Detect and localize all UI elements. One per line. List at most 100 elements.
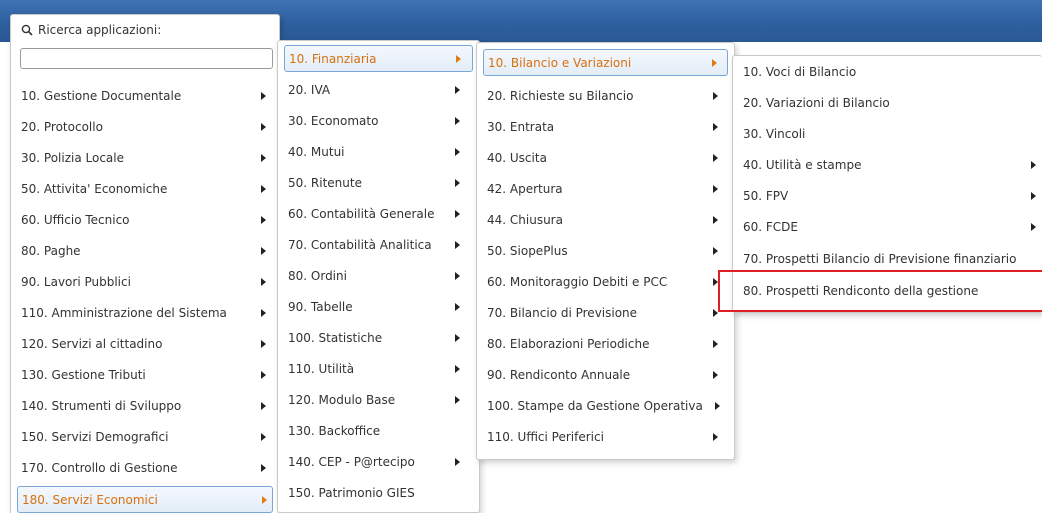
menu-item-label: 120. Servizi al cittadino bbox=[21, 336, 163, 351]
menu2-item-utilita[interactable]: 110. Utilità bbox=[278, 355, 479, 382]
search-icon bbox=[21, 24, 33, 36]
menu2-item-contabilita-analitica[interactable]: 70. Contabilità Analitica bbox=[278, 231, 479, 258]
menu3-item-bilancio-previsione[interactable]: 70. Bilancio di Previsione bbox=[477, 299, 734, 326]
menu-item-label: 60. FCDE bbox=[743, 219, 799, 234]
menu-item-label: 42. Apertura bbox=[487, 181, 563, 196]
menu1-item-gestione-tributi[interactable]: 130. Gestione Tributi bbox=[11, 361, 279, 388]
menu-item-label: 40. Mutui bbox=[288, 144, 345, 159]
menu-item-label: 80. Paghe bbox=[21, 243, 81, 258]
chevron-right-icon bbox=[261, 339, 266, 348]
menu1-item-ufficio-tecnico[interactable]: 60. Ufficio Tecnico bbox=[11, 206, 279, 233]
menu1-item-servizi-economici[interactable]: 180. Servizi Economici bbox=[17, 486, 273, 513]
chevron-right-icon bbox=[262, 495, 267, 504]
menu-item-label: 60. Monitoraggio Debiti e PCC bbox=[487, 274, 668, 289]
chevron-right-icon bbox=[455, 209, 460, 218]
chevron-right-icon bbox=[456, 54, 461, 63]
chevron-right-icon bbox=[455, 333, 460, 342]
chevron-right-icon bbox=[713, 370, 718, 379]
servizi-economici-submenu: 10. Finanziaria 20. IVA 30. Economato 40… bbox=[277, 40, 480, 513]
menu2-item-mutui[interactable]: 40. Mutui bbox=[278, 138, 479, 165]
menu-item-label: 30. Vincoli bbox=[743, 126, 806, 141]
menu3-item-rendiconto-annuale[interactable]: 90. Rendiconto Annuale bbox=[477, 361, 734, 388]
menu4-item-fpv[interactable]: 50. FPV bbox=[733, 182, 1042, 209]
menu-item-label: 30. Polizia Locale bbox=[21, 150, 125, 165]
menu3-item-elaborazioni-periodiche[interactable]: 80. Elaborazioni Periodiche bbox=[477, 330, 734, 357]
menu1-item-servizi-demografici[interactable]: 150. Servizi Demografici bbox=[11, 423, 279, 450]
menu2-item-contabilita-generale[interactable]: 60. Contabilità Generale bbox=[278, 200, 479, 227]
menu-item-label: 80. Ordini bbox=[288, 268, 347, 283]
chevron-right-icon bbox=[261, 463, 266, 472]
chevron-right-icon bbox=[261, 153, 266, 162]
menu-item-label: 50. Attivita' Economiche bbox=[21, 181, 168, 196]
menu1-item-paghe[interactable]: 80. Paghe bbox=[11, 237, 279, 264]
chevron-right-icon bbox=[261, 184, 266, 193]
chevron-right-icon bbox=[261, 370, 266, 379]
menu-item-label: 140. CEP - P@rtecipo bbox=[288, 454, 415, 469]
menu2-item-ritenute[interactable]: 50. Ritenute bbox=[278, 169, 479, 196]
chevron-right-icon bbox=[455, 178, 460, 187]
menu3-item-monitoraggio-debiti[interactable]: 60. Monitoraggio Debiti e PCC bbox=[477, 268, 734, 295]
menu4-item-voci-bilancio[interactable]: 10. Voci di Bilancio bbox=[733, 58, 1042, 85]
menu4-item-variazioni-bilancio[interactable]: 20. Variazioni di Bilancio bbox=[733, 89, 1042, 116]
menu2-item-backoffice[interactable]: 130. Backoffice bbox=[278, 417, 479, 444]
menu-item-label: 10. Gestione Documentale bbox=[21, 88, 182, 103]
menu2-item-economato[interactable]: 30. Economato bbox=[278, 107, 479, 134]
chevron-right-icon bbox=[261, 277, 266, 286]
chevron-right-icon bbox=[455, 302, 460, 311]
menu3-item-apertura[interactable]: 42. Apertura bbox=[477, 175, 734, 202]
highlight-box bbox=[718, 270, 1042, 312]
menu2-item-modulo-base[interactable]: 120. Modulo Base bbox=[278, 386, 479, 413]
menu1-item-strumenti-sviluppo[interactable]: 140. Strumenti di Sviluppo bbox=[11, 392, 279, 419]
menu1-item-protocollo[interactable]: 20. Protocollo bbox=[11, 113, 279, 140]
menu3-item-richieste-bilancio[interactable]: 20. Richieste su Bilancio bbox=[477, 82, 734, 109]
chevron-right-icon bbox=[713, 339, 718, 348]
menu1-item-servizi-cittadino[interactable]: 120. Servizi al cittadino bbox=[11, 330, 279, 357]
menu2-item-finanziaria[interactable]: 10. Finanziaria bbox=[284, 45, 473, 72]
search-label-text: Ricerca applicazioni: bbox=[38, 23, 162, 37]
finanziaria-submenu: 10. Bilancio e Variazioni 20. Richieste … bbox=[476, 42, 735, 460]
menu-item-label: 70. Contabilità Analitica bbox=[288, 237, 432, 252]
menu3-item-uscita[interactable]: 40. Uscita bbox=[477, 144, 734, 171]
menu1-item-lavori-pubblici[interactable]: 90. Lavori Pubblici bbox=[11, 268, 279, 295]
menu-item-label: 180. Servizi Economici bbox=[22, 492, 158, 507]
menu2-item-tabelle[interactable]: 90. Tabelle bbox=[278, 293, 479, 320]
menu-item-label: 60. Contabilità Generale bbox=[288, 206, 435, 221]
chevron-right-icon bbox=[261, 215, 266, 224]
chevron-right-icon bbox=[712, 58, 717, 67]
search-input[interactable] bbox=[20, 48, 273, 69]
menu1-item-polizia-locale[interactable]: 30. Polizia Locale bbox=[11, 144, 279, 171]
menu1-item-gestione-documentale[interactable]: 10. Gestione Documentale bbox=[11, 82, 279, 109]
menu-item-label: 140. Strumenti di Sviluppo bbox=[21, 398, 182, 413]
chevron-right-icon bbox=[713, 432, 718, 441]
menu4-item-prospetti-bilancio-previsione[interactable]: 70. Prospetti Bilancio di Previsione fin… bbox=[733, 245, 1042, 272]
chevron-right-icon bbox=[713, 122, 718, 131]
menu3-item-chiusura[interactable]: 44. Chiusura bbox=[477, 206, 734, 233]
menu2-item-cep-partecipo[interactable]: 140. CEP - P@rtecipo bbox=[278, 448, 479, 475]
chevron-right-icon bbox=[455, 364, 460, 373]
menu1-item-attivita-economiche[interactable]: 50. Attivita' Economiche bbox=[11, 175, 279, 202]
menu-item-label: 110. Uffici Periferici bbox=[487, 429, 604, 444]
applications-menu: Ricerca applicazioni: 10. Gestione Docum… bbox=[10, 14, 280, 513]
menu-item-label: 150. Patrimonio GIES bbox=[288, 485, 415, 500]
menu2-item-patrimonio-gies[interactable]: 150. Patrimonio GIES bbox=[278, 479, 479, 506]
menu3-item-entrata[interactable]: 30. Entrata bbox=[477, 113, 734, 140]
menu3-item-siopeplus[interactable]: 50. SiopePlus bbox=[477, 237, 734, 264]
menu-item-label: 130. Backoffice bbox=[288, 423, 381, 438]
menu2-item-statistiche[interactable]: 100. Statistiche bbox=[278, 324, 479, 351]
chevron-right-icon bbox=[715, 401, 720, 410]
menu-item-label: 130. Gestione Tributi bbox=[21, 367, 146, 382]
menu4-item-utilita-stampe[interactable]: 40. Utilità e stampe bbox=[733, 151, 1042, 178]
menu4-item-vincoli[interactable]: 30. Vincoli bbox=[733, 120, 1042, 147]
menu1-item-amministrazione-sistema[interactable]: 110. Amministrazione del Sistema bbox=[11, 299, 279, 326]
menu2-item-iva[interactable]: 20. IVA bbox=[278, 76, 479, 103]
chevron-right-icon bbox=[455, 85, 460, 94]
menu-item-label: 100. Stampe da Gestione Operativa bbox=[487, 398, 703, 413]
menu3-item-stampe-gestione-operativa[interactable]: 100. Stampe da Gestione Operativa bbox=[477, 392, 734, 419]
menu2-item-ordini[interactable]: 80. Ordini bbox=[278, 262, 479, 289]
menu-item-label: 60. Ufficio Tecnico bbox=[21, 212, 130, 227]
menu-item-label: 30. Entrata bbox=[487, 119, 555, 134]
menu4-item-fcde[interactable]: 60. FCDE bbox=[733, 213, 1042, 240]
menu3-item-bilancio-variazioni[interactable]: 10. Bilancio e Variazioni bbox=[483, 49, 728, 76]
menu3-item-uffici-periferici[interactable]: 110. Uffici Periferici bbox=[477, 423, 734, 450]
menu1-item-controllo-gestione[interactable]: 170. Controllo di Gestione bbox=[11, 454, 279, 481]
